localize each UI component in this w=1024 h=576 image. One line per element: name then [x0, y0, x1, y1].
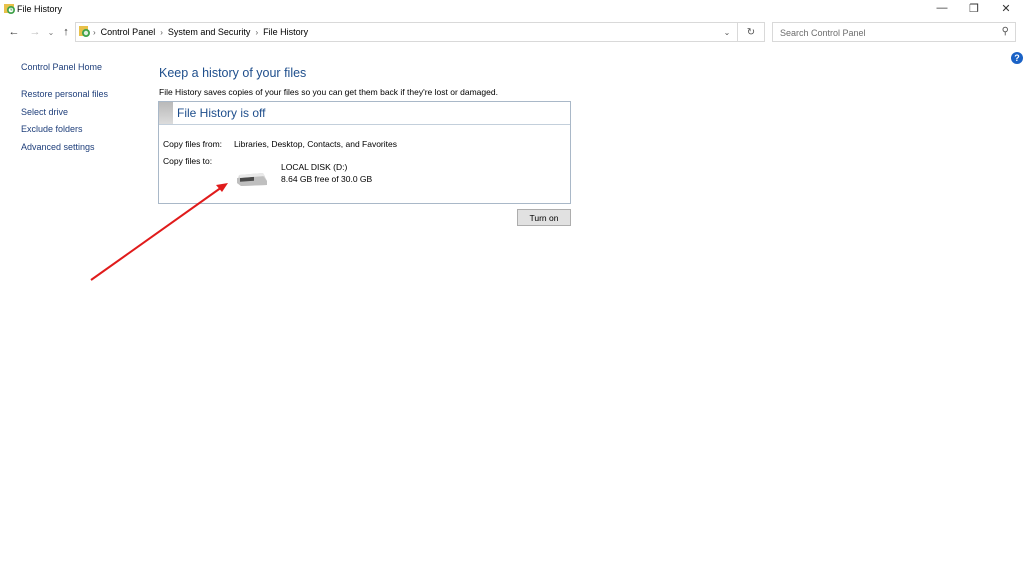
breadcrumb-separator: › — [93, 27, 96, 37]
drive-name: LOCAL DISK (D:) — [281, 162, 348, 172]
help-icon[interactable]: ? — [1011, 52, 1023, 64]
search-input[interactable] — [778, 24, 992, 42]
recent-locations-button[interactable]: ⌄ — [44, 25, 58, 39]
breadcrumb-file-history[interactable]: File History — [263, 27, 308, 37]
breadcrumb-control-panel[interactable]: Control Panel — [101, 27, 156, 37]
control-panel-location-icon — [79, 26, 90, 37]
forward-button[interactable]: → — [28, 25, 42, 39]
address-dropdown-button[interactable]: ⌄ — [720, 23, 734, 41]
status-text: File History is off — [177, 106, 266, 120]
file-history-app-icon — [4, 4, 15, 14]
search-icon[interactable]: ⚲ — [1002, 26, 1009, 37]
page-title: Keep a history of your files — [159, 66, 307, 80]
breadcrumb-separator: › — [255, 27, 259, 37]
window-title: File History — [17, 4, 63, 14]
up-button[interactable]: ↑ — [59, 25, 73, 39]
breadcrumb-separator: › — [160, 27, 163, 37]
turn-on-button[interactable]: Turn on — [517, 209, 571, 226]
copy-from-label: Copy files from: — [163, 139, 223, 149]
sidebar-item-restore-personal-files[interactable]: Restore personal files — [21, 89, 108, 99]
file-history-status-panel: File History is off — [158, 101, 571, 204]
restore-button[interactable]: ❐ — [958, 0, 990, 16]
copy-to-label: Copy files to: — [163, 156, 213, 166]
back-button[interactable]: ← — [7, 25, 21, 39]
minimize-button[interactable]: — — [926, 0, 958, 16]
close-button[interactable]: ✕ — [990, 0, 1022, 16]
status-indicator — [159, 102, 173, 124]
copy-from-value: Libraries, Desktop, Contacts, and Favori… — [234, 139, 397, 149]
page-description: File History saves copies of your files … — [159, 87, 498, 97]
status-header: File History is off — [159, 102, 570, 125]
sidebar-item-exclude-folders[interactable]: Exclude folders — [21, 124, 83, 134]
search-box[interactable]: ⚲ — [772, 22, 1016, 42]
annotation-arrow — [90, 183, 228, 281]
drive-free-space: 8.64 GB free of 30.0 GB — [281, 174, 373, 184]
address-bar[interactable]: › Control Panel › System and Security › … — [75, 22, 765, 42]
breadcrumb-system-and-security[interactable]: System and Security — [168, 27, 251, 37]
refresh-button[interactable]: ↻ — [737, 23, 764, 41]
drive-icon — [237, 173, 267, 186]
sidebar-item-select-drive[interactable]: Select drive — [21, 107, 68, 117]
sidebar-item-advanced-settings[interactable]: Advanced settings — [21, 142, 95, 152]
sidebar-control-panel-home[interactable]: Control Panel Home — [21, 62, 102, 72]
